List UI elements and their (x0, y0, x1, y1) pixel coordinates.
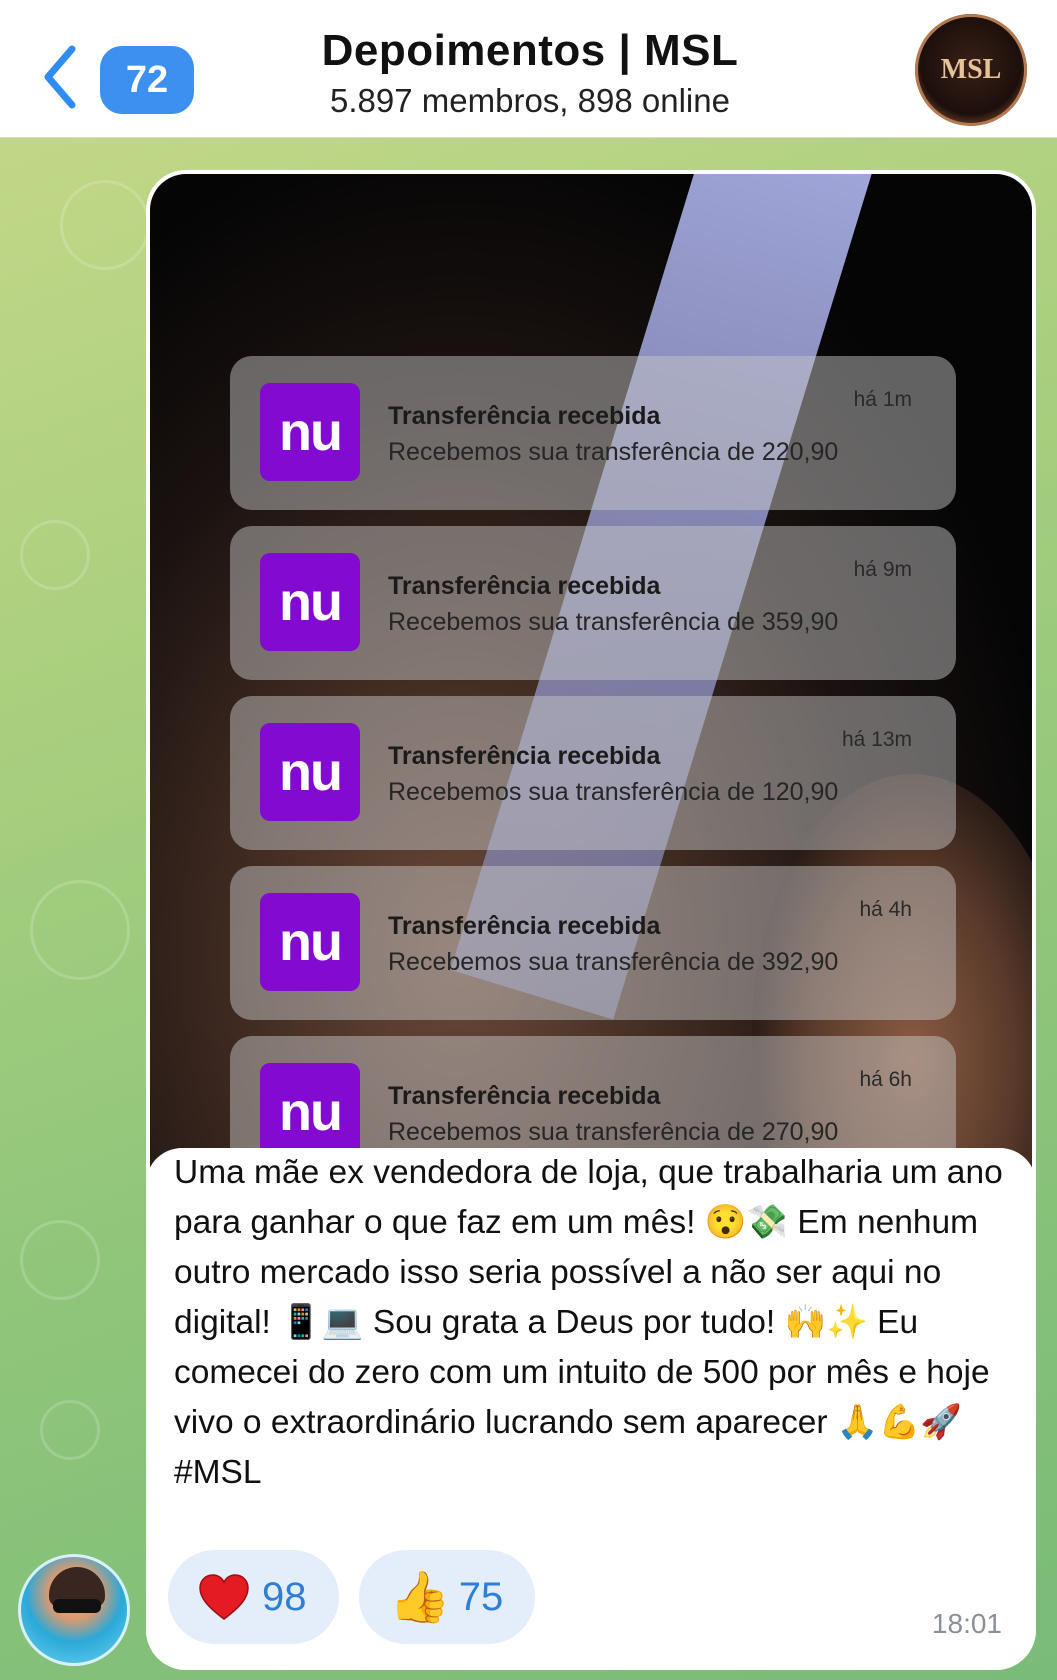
notification-body: Recebemos sua transferência de 359,90 (388, 608, 839, 636)
chat-title: Depoimentos | MSL (321, 26, 739, 75)
message-bubble[interactable]: nu Transferência recebida Recebemos sua … (146, 170, 1036, 1670)
wallpaper-doodle (30, 880, 130, 980)
notification-time: há 13m (841, 728, 912, 751)
notification-time: há 6h (859, 1068, 912, 1091)
notification-card: nu Transferência recebida Recebemos sua … (230, 526, 956, 680)
notification-title: Transferência recebida (388, 1082, 661, 1110)
notification-body: Recebemos sua transferência de 120,90 (388, 778, 839, 806)
notification-card: nu Transferência recebida Recebemos sua … (230, 866, 956, 1020)
notification-body: Recebemos sua transferência de 270,90 (388, 1118, 839, 1146)
notification-card: nu Transferência recebida Recebemos sua … (230, 696, 956, 850)
notification-body: Recebemos sua transferência de 392,90 (388, 948, 839, 976)
notification-title: Transferência recebida (388, 402, 661, 430)
wallpaper-doodle (20, 1220, 100, 1300)
channel-avatar[interactable]: MSL (915, 14, 1027, 126)
message-caption: Uma mãe ex vendedora de loja, que trabal… (174, 1154, 1003, 1491)
notification-title: Transferência recebida (388, 572, 661, 600)
nubank-app-icon: nu (260, 1063, 360, 1161)
sender-avatar[interactable] (18, 1554, 130, 1666)
reaction-count: 98 (262, 1574, 307, 1619)
nubank-app-icon: nu (260, 893, 360, 991)
notification-title: Transferência recebida (388, 912, 661, 940)
wallpaper-doodle (60, 180, 150, 270)
heart-icon (199, 1574, 249, 1620)
channel-logo-text: MSL (940, 54, 1002, 85)
reactions-bar: 98 👍 75 (168, 1550, 536, 1644)
chat-header: 72 Depoimentos | MSL 5.897 membros, 898 … (0, 0, 1057, 138)
nubank-app-icon: nu (260, 723, 360, 821)
notification-body: Recebemos sua transferência de 220,90 (388, 438, 839, 466)
chevron-left-icon (44, 45, 76, 109)
back-button[interactable] (40, 44, 80, 110)
notification-card: nu Transferência recebida Recebemos sua … (230, 356, 956, 510)
wallpaper-doodle (40, 1400, 100, 1460)
nubank-app-icon: nu (260, 553, 360, 651)
reaction-thumbs-up[interactable]: 👍 75 (358, 1550, 536, 1644)
nubank-app-icon: nu (260, 383, 360, 481)
chat-title-area[interactable]: Depoimentos | MSL 5.897 membros, 898 onl… (230, 26, 830, 120)
reaction-count: 75 (458, 1574, 504, 1619)
wallpaper-doodle (20, 520, 90, 590)
unread-count-badge[interactable]: 72 (100, 46, 194, 114)
thumbs-up-icon: 👍 (388, 1569, 451, 1625)
notification-title: Transferência recebida (388, 742, 661, 770)
chat-subtitle: 5.897 membros, 898 online (330, 82, 730, 119)
reaction-heart[interactable]: 98 (168, 1550, 339, 1644)
message-time: 18:01 (931, 1608, 1002, 1639)
avatar-sunglasses (53, 1599, 101, 1613)
notification-time: há 9m (853, 558, 912, 581)
notification-time: há 1m (853, 388, 912, 411)
notification-time: há 4h (859, 898, 912, 921)
